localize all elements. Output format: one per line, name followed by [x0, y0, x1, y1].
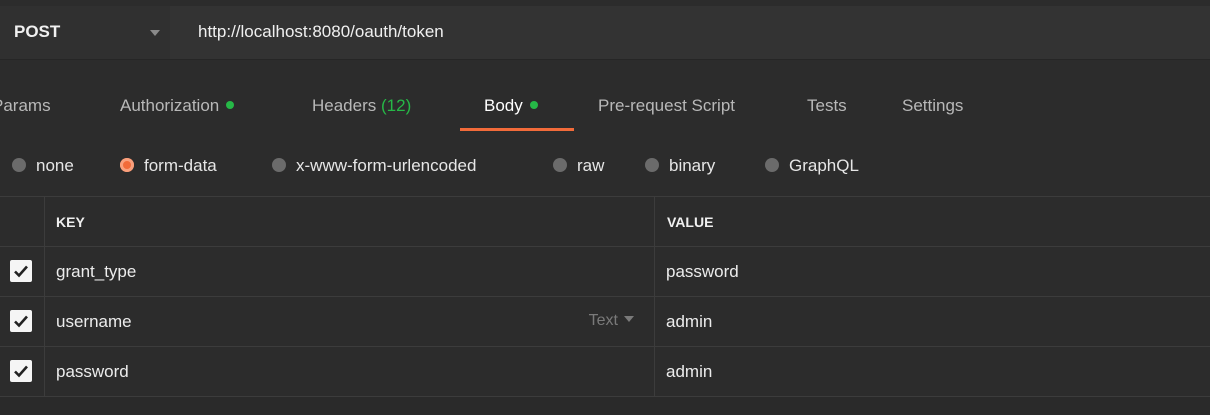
select-column-header [0, 197, 45, 246]
radio-circle-icon [765, 158, 779, 172]
radio-circle-icon [553, 158, 567, 172]
radio-binary-label: binary [669, 156, 716, 175]
chevron-down-icon [624, 316, 634, 322]
table-footer [0, 397, 1210, 415]
key-text: grant_type [56, 262, 137, 281]
key-cell[interactable]: username Text [44, 297, 655, 346]
active-tab-indicator [460, 128, 574, 131]
headers-count-badge: (12) [381, 96, 412, 115]
radio-circle-selected-icon [120, 158, 134, 172]
key-header-label: KEY [56, 214, 85, 230]
tab-authorization-label: Authorization [120, 96, 220, 115]
radio-none[interactable]: none [12, 156, 74, 176]
check-icon [14, 265, 28, 278]
radio-x-www-form-urlencoded[interactable]: x-www-form-urlencoded [272, 156, 476, 176]
key-text: username [56, 312, 132, 331]
check-icon [14, 365, 28, 378]
tab-headers[interactable]: Headers (12) [312, 96, 411, 116]
radio-graphql-label: GraphQL [789, 156, 859, 175]
status-dot-icon [529, 101, 538, 109]
row-checkbox[interactable] [10, 310, 32, 332]
body-type-selector: none form-data x-www-form-urlencoded raw… [0, 146, 1210, 186]
value-column-header: VALUE [655, 197, 1210, 246]
radio-form-data[interactable]: form-data [120, 156, 217, 176]
radio-raw[interactable]: raw [553, 156, 604, 176]
key-text: password [56, 362, 129, 381]
check-icon [14, 315, 28, 328]
value-cell[interactable]: admin [655, 347, 1210, 396]
tab-authorization[interactable]: Authorization [120, 96, 235, 116]
url-input[interactable]: http://localhost:8080/oauth/token [198, 22, 444, 42]
tab-settings[interactable]: Settings [902, 96, 963, 116]
key-cell[interactable]: grant_type [44, 247, 655, 296]
tab-pre-request-script[interactable]: Pre-request Script [598, 96, 735, 116]
status-dot-icon [226, 101, 235, 109]
method-label: POST [14, 22, 61, 41]
table-row: grant_type password [0, 247, 1210, 297]
radio-binary[interactable]: binary [645, 156, 715, 176]
key-type-label: Text [588, 312, 618, 329]
row-select-cell [0, 247, 45, 296]
row-checkbox[interactable] [10, 260, 32, 282]
method-select[interactable]: POST [0, 6, 170, 59]
value-cell[interactable]: password [655, 247, 1210, 296]
row-select-cell [0, 297, 45, 346]
radio-raw-label: raw [577, 156, 605, 175]
value-text: password [666, 262, 739, 281]
radio-circle-icon [645, 158, 659, 172]
tab-tests[interactable]: Tests [807, 96, 847, 116]
tab-body[interactable]: Body [484, 96, 538, 116]
chevron-down-icon[interactable] [150, 30, 160, 36]
url-bar: POST http://localhost:8080/oauth/token [0, 6, 1210, 60]
radio-urlencoded-label: x-www-form-urlencoded [296, 156, 477, 175]
key-column-header: KEY [44, 197, 655, 246]
value-text: admin [666, 362, 713, 381]
radio-circle-icon [12, 158, 26, 172]
tab-headers-label: Headers [312, 96, 377, 115]
value-cell[interactable]: admin [655, 297, 1210, 346]
form-data-table: KEY VALUE grant_type password username T… [0, 196, 1210, 397]
radio-form-data-label: form-data [144, 156, 217, 175]
radio-none-label: none [36, 156, 74, 175]
request-editor: POST http://localhost:8080/oauth/token P… [0, 0, 1210, 415]
table-header-row: KEY VALUE [0, 197, 1210, 247]
tab-params[interactable]: Params [0, 96, 51, 116]
tab-body-label: Body [484, 96, 523, 115]
key-type-select[interactable]: Text [589, 312, 634, 330]
radio-circle-icon [272, 158, 286, 172]
row-select-cell [0, 347, 45, 396]
key-cell[interactable]: password [44, 347, 655, 396]
row-checkbox[interactable] [10, 360, 32, 382]
table-row: username Text admin [0, 297, 1210, 347]
value-header-label: VALUE [667, 214, 714, 230]
value-text: admin [666, 312, 713, 331]
table-row: password admin [0, 347, 1210, 397]
request-tabs: Params Authorization Headers (12) Body P… [0, 82, 1210, 134]
radio-graphql[interactable]: GraphQL [765, 156, 859, 176]
